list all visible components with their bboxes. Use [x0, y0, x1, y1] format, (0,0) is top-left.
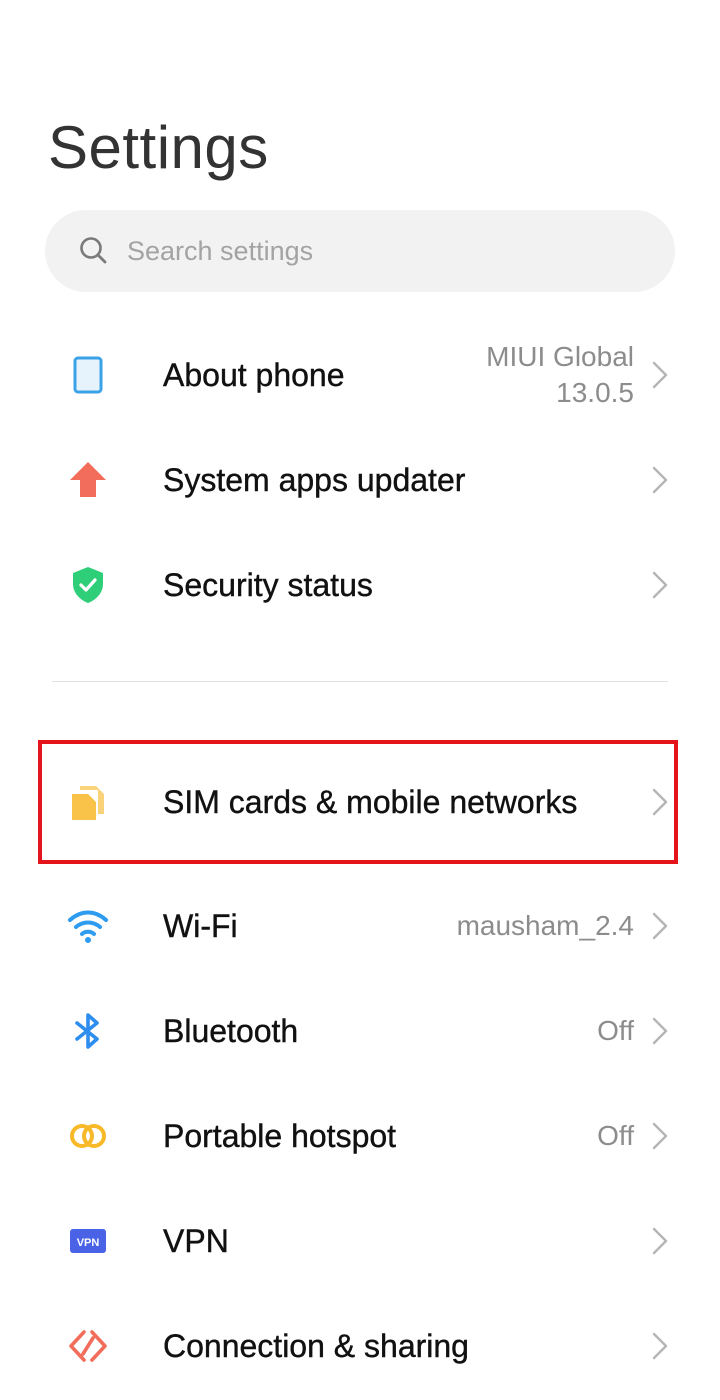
settings-item-value: Off	[597, 1014, 634, 1046]
settings-item-bluetooth[interactable]: Bluetooth Off	[0, 978, 720, 1083]
arrow-up-icon	[66, 458, 110, 502]
settings-item-label: Bluetooth	[163, 1012, 299, 1049]
settings-item-label: System apps updater	[163, 461, 466, 498]
vpn-icon: VPN	[66, 1219, 110, 1263]
chevron-right-icon	[652, 912, 668, 940]
section-divider	[52, 681, 668, 682]
chevron-right-icon	[652, 1227, 668, 1255]
bluetooth-icon	[66, 1009, 110, 1053]
chevron-right-icon	[652, 788, 668, 816]
settings-item-label: About phone	[163, 356, 345, 393]
settings-item-label: SIM cards & mobile networks	[163, 784, 578, 820]
chevron-right-icon	[652, 361, 668, 389]
settings-item-value: MIUI Global 13.0.5	[486, 340, 634, 408]
search-bar[interactable]: Search settings	[45, 210, 675, 292]
wifi-icon	[66, 904, 110, 948]
chevron-right-icon	[652, 1017, 668, 1045]
settings-item-vpn[interactable]: VPN VPN	[0, 1188, 720, 1293]
phone-icon	[66, 353, 110, 397]
settings-item-portable-hotspot[interactable]: Portable hotspot Off	[0, 1083, 720, 1188]
settings-item-value: Off	[597, 1119, 634, 1151]
settings-item-connection-sharing[interactable]: Connection & sharing	[0, 1293, 720, 1398]
settings-item-label: Wi-Fi	[163, 907, 238, 944]
settings-item-sim-cards[interactable]: SIM cards & mobile networks	[0, 747, 720, 857]
settings-item-system-apps-updater[interactable]: System apps updater	[0, 427, 720, 532]
search-icon	[78, 235, 110, 267]
search-input[interactable]: Search settings	[127, 210, 313, 292]
settings-item-label: Portable hotspot	[163, 1117, 397, 1154]
settings-item-wifi[interactable]: Wi-Fi mausham_2.4	[0, 873, 720, 978]
chevron-right-icon	[652, 571, 668, 599]
sim-card-icon	[66, 780, 110, 824]
page-title: Settings	[48, 114, 269, 181]
settings-item-label: Connection & sharing	[163, 1327, 469, 1364]
settings-item-label: VPN	[163, 1222, 229, 1259]
connection-sharing-icon	[66, 1324, 110, 1368]
shield-check-icon	[66, 563, 110, 607]
settings-item-security-status[interactable]: Security status	[0, 532, 720, 637]
hotspot-icon	[66, 1114, 110, 1158]
svg-text:VPN: VPN	[77, 1237, 100, 1249]
chevron-right-icon	[652, 466, 668, 494]
settings-item-value: mausham_2.4	[456, 909, 634, 941]
settings-item-label: Security status	[163, 566, 373, 603]
chevron-right-icon	[652, 1332, 668, 1360]
settings-item-about-phone[interactable]: About phone MIUI Global 13.0.5	[0, 322, 720, 427]
chevron-right-icon	[652, 1122, 668, 1150]
